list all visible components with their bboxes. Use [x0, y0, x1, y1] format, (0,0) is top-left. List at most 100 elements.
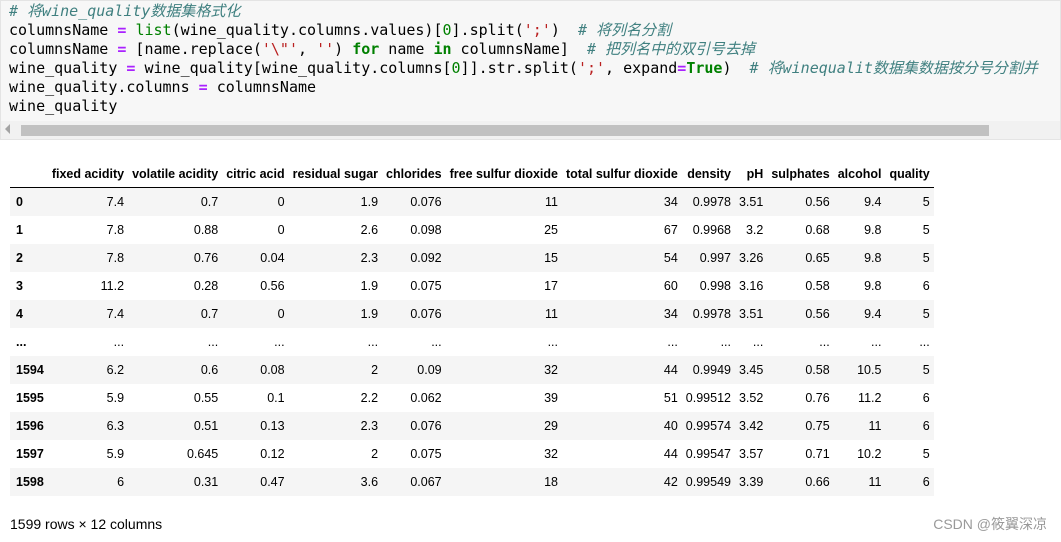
column-header: citric acid [222, 160, 289, 188]
table-cell: 0 [277, 223, 285, 237]
table-cell: 0.56 [805, 307, 830, 321]
table-cell: 6.2 [106, 363, 125, 377]
dataframe-table: fixed acidity volatile acidity citric acid… [10, 160, 934, 496]
table-cell: 2.6 [360, 223, 379, 237]
table-cell: 29 [544, 419, 558, 433]
table-cell: 0.067 [410, 475, 442, 489]
table-cell: 40 [663, 419, 678, 433]
column-header: total sulfur dioxide [561, 160, 682, 188]
shape-note: 1599 rows × 12 columns [10, 516, 163, 532]
table-cell: 11 [868, 475, 882, 489]
table-cell: 10.5 [857, 363, 882, 377]
table-cell: 0.9978 [692, 307, 731, 321]
code-line-3: columnsName = [name.replace('\"', '') fo… [9, 40, 756, 58]
table-cell: 0 [277, 307, 285, 321]
table-row: 1595 5.9 0.55 0.1 2.2 0.062 39 51 0.99512 3.52 0.7… [10, 384, 934, 412]
table-cell: ... [720, 335, 731, 349]
table-cell: 7.4 [106, 307, 125, 321]
table-cell: 2.3 [360, 419, 379, 433]
column-header: density [681, 160, 735, 188]
table-cell: 0.6 [200, 363, 219, 377]
row-index: 1595 [16, 391, 44, 405]
table-row: 1597 5.9 0.645 0.12 2 0.075 32 44 0.99547 3.57 0.7… [10, 440, 934, 468]
table-cell: 0.092 [410, 251, 442, 265]
table-cell: 0.47 [260, 475, 285, 489]
table-cell: 44 [663, 447, 678, 461]
table-cell: 0.076 [410, 419, 442, 433]
row-index: 1598 [16, 475, 44, 489]
column-header: residual sugar [288, 160, 383, 188]
table-cell: 0.71 [805, 447, 830, 461]
table-cell: ... [113, 335, 125, 349]
table-cell: 11 [868, 419, 882, 433]
index-header [10, 160, 48, 188]
table-cell: 3.45 [738, 363, 764, 377]
table-cell: 11.2 [100, 279, 125, 293]
table-cell: 0.28 [193, 279, 219, 293]
horizontal-scrollbar[interactable] [1, 121, 1060, 139]
scroll-left-arrow-icon[interactable] [5, 124, 10, 134]
table-cell: 25 [544, 223, 558, 237]
header-row: fixed acidity volatile acidity citric acid… [10, 160, 934, 188]
row-index: 0 [16, 195, 23, 209]
column-header: pH [734, 160, 768, 188]
table-cell: 1.9 [360, 307, 379, 321]
table-cell: 9.4 [864, 307, 882, 321]
table-cell: 1.9 [360, 195, 379, 209]
table-cell: 7.8 [106, 223, 125, 237]
table-cell: 0 [277, 195, 285, 209]
table-cell: 0.56 [805, 195, 830, 209]
table-cell: 0.12 [260, 447, 285, 461]
table-cell: 0.9968 [692, 223, 731, 237]
table-cell: 0.99512 [685, 391, 731, 405]
column-header: alcohol [833, 160, 886, 188]
column-header: fixed acidity [47, 160, 129, 188]
table-cell: 0.075 [410, 279, 442, 293]
table-cell: 9.8 [864, 279, 882, 293]
column-header: chlorides [382, 160, 446, 188]
column-header: volatile acidity [128, 160, 223, 188]
table-cell: 0.58 [805, 363, 830, 377]
table-cell: 5 [922, 251, 930, 265]
table-header: fixed acidity volatile acidity citric acid… [10, 160, 934, 188]
code-editor[interactable]: # 将wine_quality数据集格式化 columnsName = list… [9, 2, 1038, 116]
table-cell: 9.8 [864, 223, 882, 237]
table-body: 0 7.4 0.7 0 1.9 0.076 11 34 0.9978 3.51 0.56 9.4 5 1 7… [10, 187, 934, 496]
row-index: 1597 [16, 447, 44, 461]
table-row: 1594 6.2 0.6 0.08 2 0.09 32 44 0.9949 3.45 0.58 10.… [10, 356, 934, 384]
table-cell: 0.7 [200, 195, 219, 209]
table-cell: 5 [922, 447, 930, 461]
table-row: 1598 6 0.31 0.47 3.6 0.067 18 42 0.99549 3.39 0.66… [10, 468, 934, 496]
table-cell: 3.39 [738, 475, 764, 489]
table-cell: 3.52 [738, 391, 764, 405]
scrollbar-thumb[interactable] [21, 125, 989, 136]
table-cell: 32 [544, 447, 558, 461]
code-cell[interactable]: # 将wine_quality数据集格式化 columnsName = list… [0, 0, 1061, 140]
table-cell: 0.58 [805, 279, 830, 293]
code-line-5: wine_quality.columns = columnsName [9, 78, 317, 96]
table-cell: 7.8 [106, 251, 125, 265]
table-cell: 5.9 [106, 391, 125, 405]
table-cell: 0.65 [805, 251, 830, 265]
table-cell: 3.26 [738, 251, 764, 265]
table-cell: 3.42 [738, 419, 764, 433]
table-cell: ... [919, 335, 930, 349]
table-cell: 67 [663, 223, 678, 237]
table-cell: 10.2 [857, 447, 882, 461]
table-row: 3 11.2 0.28 0.56 1.9 0.075 17 60 0.998 3.16 0.58 9.… [10, 272, 934, 300]
table-cell: 0.075 [410, 447, 442, 461]
table-cell: ... [871, 335, 882, 349]
column-header: sulphates [767, 160, 834, 188]
table-cell: 3.51 [738, 307, 764, 321]
table-cell: 51 [663, 391, 678, 405]
table-row: 1596 6.3 0.51 0.13 2.3 0.076 29 40 0.99574 3.42 0.… [10, 412, 934, 440]
table-cell: 0.998 [699, 279, 731, 293]
table-cell: 39 [544, 391, 558, 405]
table-cell: 42 [663, 475, 678, 489]
table-cell: 0.76 [193, 251, 219, 265]
code-line-1: # 将wine_quality数据集格式化 [9, 2, 241, 20]
table-cell: 0.645 [186, 447, 219, 461]
table-cell: 17 [544, 279, 558, 293]
table-cell: 11 [545, 307, 558, 321]
row-index: 4 [16, 307, 23, 321]
